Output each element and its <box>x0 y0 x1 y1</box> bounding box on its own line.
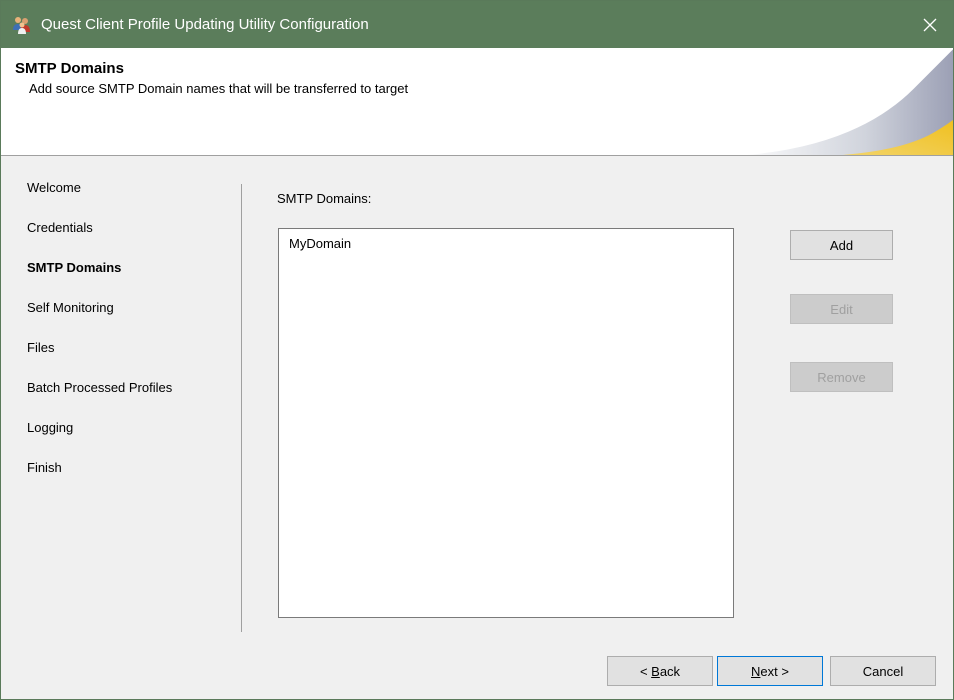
edit-button[interactable]: Edit <box>790 294 893 324</box>
window-title: Quest Client Profile Updating Utility Co… <box>41 16 369 33</box>
nav-item-finish[interactable]: Finish <box>27 460 62 475</box>
header-swoosh-decoration <box>732 48 953 155</box>
nav-item-logging[interactable]: Logging <box>27 420 73 435</box>
nav-item-welcome[interactable]: Welcome <box>27 180 81 195</box>
next-button-rest: ext > <box>760 663 789 679</box>
nav-item-smtp-domains[interactable]: SMTP Domains <box>27 260 121 275</box>
remove-button[interactable]: Remove <box>790 362 893 392</box>
wizard-header: SMTP Domains Add source SMTP Domain name… <box>1 48 953 156</box>
smtp-domains-label: SMTP Domains: <box>277 191 372 206</box>
back-button-rest: ack <box>659 663 681 679</box>
next-button[interactable]: Next > <box>717 656 823 686</box>
nav-item-credentials[interactable]: Credentials <box>27 220 93 235</box>
title-bar[interactable]: Quest Client Profile Updating Utility Co… <box>1 1 953 48</box>
nav-item-batch-processed-profiles[interactable]: Batch Processed Profiles <box>27 380 172 395</box>
next-button-accelerator: N <box>751 663 761 679</box>
page-subtitle: Add source SMTP Domain names that will b… <box>29 81 409 96</box>
close-button[interactable] <box>907 1 953 48</box>
back-button[interactable]: < Back <box>607 656 713 686</box>
cancel-button[interactable]: Cancel <box>830 656 936 686</box>
add-button[interactable]: Add <box>790 230 893 260</box>
nav-item-self-monitoring[interactable]: Self Monitoring <box>27 300 114 315</box>
config-window: Quest Client Profile Updating Utility Co… <box>0 0 954 700</box>
smtp-domains-list[interactable]: MyDomain <box>278 228 734 618</box>
back-button-accelerator: B <box>651 663 660 679</box>
close-icon <box>923 18 937 31</box>
back-button-prefix: < <box>639 663 652 679</box>
list-item[interactable]: MyDomain <box>289 236 351 251</box>
page-title: SMTP Domains <box>15 60 124 77</box>
nav-item-files[interactable]: Files <box>27 340 54 355</box>
nav-divider <box>241 184 242 632</box>
people-icon <box>13 17 30 34</box>
